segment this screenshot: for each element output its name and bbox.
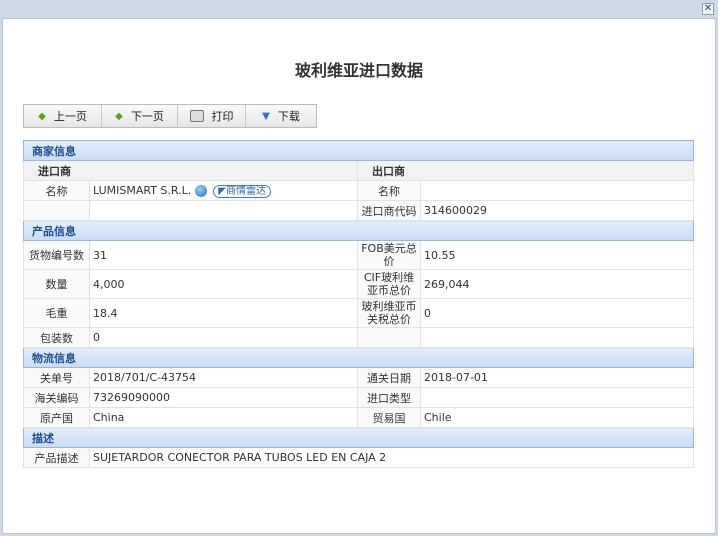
field-value: 0 [420,298,694,328]
section-description: 描述 [23,427,694,448]
exporter-name-label: 名称 [357,180,421,201]
print-label: 打印 [211,110,234,123]
field-value: 10.55 [420,240,694,270]
download-label: 下载 [277,110,300,123]
exporter-name [420,180,694,201]
section-merchant: 商家信息 [23,140,694,161]
field-value: 4,000 [89,269,358,299]
exporter-header: 出口商 [357,160,694,181]
importer-header: 进口商 [23,160,358,181]
field-value [420,387,694,408]
close-button[interactable]: ✕ [702,3,714,15]
toolbar: ◆ 上一页 ◆ 下一页 打印 ▼ 下载 [23,104,317,128]
field-value: 2018-07-01 [420,367,694,388]
arrow-right-icon: ◆ [115,110,123,122]
field-label: 海关编码 [23,387,90,408]
field-value: Chile [420,407,694,428]
field-value: 2018/701/C-43754 [89,367,358,388]
print-button[interactable]: 打印 [178,105,246,127]
next-label: 下一页 [130,110,164,123]
importer-code-label: 进口商代码 [357,200,421,221]
detail-table: 商家信息 进口商 出口商 名称 LUMISMART S.R.L. ◤商情雷达 名称 … [23,140,694,468]
field-label: 贸易国 [357,407,421,428]
field-value: 269,044 [420,269,694,299]
field-label: 包装数 [23,327,90,348]
field-label: 进口类型 [357,387,421,408]
empty-cell [23,200,90,221]
field-label: 毛重 [23,298,90,328]
field-value: China [89,407,358,428]
radar-label: 商情雷达 [225,185,266,197]
globe-icon[interactable] [195,184,208,197]
radar-button[interactable]: ◤商情雷达 [213,184,271,198]
field-label: FOB美元总价 [357,240,421,270]
download-button[interactable]: ▼ 下载 [246,105,316,127]
section-product: 产品信息 [23,220,694,241]
description-label: 产品描述 [23,447,90,468]
arrow-left-icon: ◆ [38,110,46,122]
importer-name-label: 名称 [23,180,90,201]
importer-name[interactable]: LUMISMART S.R.L. [93,184,191,197]
importer-name-cell: LUMISMART S.R.L. ◤商情雷达 [89,180,358,201]
page-title: 玻利维亚进口数据 [294,61,423,80]
field-value: 18.4 [89,298,358,328]
next-page-button[interactable]: ◆ 下一页 [102,105,178,127]
importer-code: 314600029 [420,200,694,221]
field-label: 关单号 [23,367,90,388]
field-value [420,327,694,348]
prev-label: 上一页 [53,110,87,123]
printer-icon [189,110,204,122]
field-label: 货物编号数 [23,240,90,270]
field-label [357,327,421,348]
field-value: 0 [89,327,358,348]
description-value: SUJETARDOR CONECTOR PARA TUBOS LED EN CA… [89,447,694,468]
section-logistics: 物流信息 [23,347,694,368]
field-label: 原产国 [23,407,90,428]
field-label: 数量 [23,269,90,299]
field-label: CIF玻利维亚币总价 [357,269,421,299]
field-value: 73269090000 [89,387,358,408]
arrow-down-icon: ▼ [262,110,270,122]
field-value: 31 [89,240,358,270]
field-label: 通关日期 [357,367,421,388]
field-label: 玻利维亚币关税总价 [357,298,421,328]
empty-cell [89,200,358,221]
prev-page-button[interactable]: ◆ 上一页 [24,105,102,127]
